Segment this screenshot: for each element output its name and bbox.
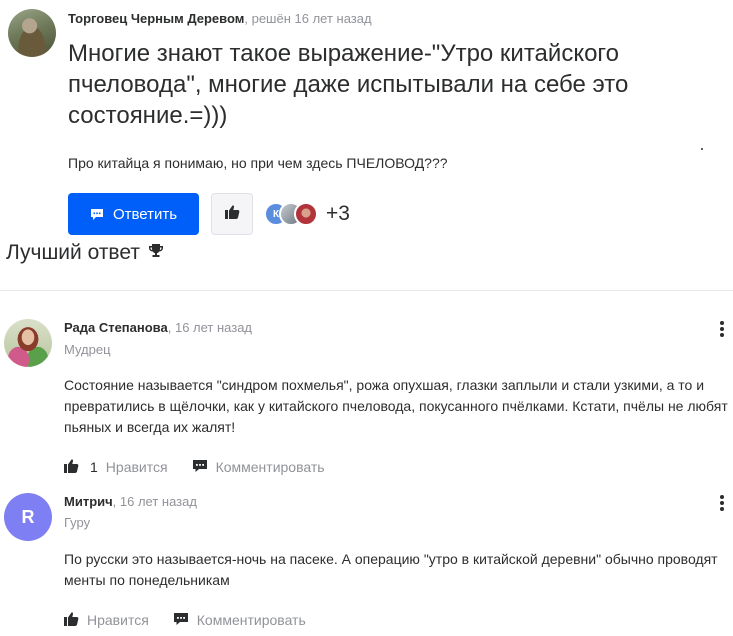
answer-button[interactable]: Ответить — [68, 193, 199, 235]
comment-label: Комментировать — [196, 612, 306, 628]
comment-action[interactable]: Комментировать — [192, 459, 325, 476]
question-author-name[interactable]: Торговец Черным Деревом — [68, 11, 244, 26]
answer-author-name[interactable]: Рада Степанова — [64, 320, 168, 335]
question-likers[interactable]: К +3 — [264, 201, 350, 227]
more-menu-icon[interactable] — [720, 495, 724, 511]
thumb-up-icon — [64, 458, 79, 476]
answer-author-avatar[interactable]: R — [4, 493, 52, 541]
answer-actions: Нравится Комментировать — [64, 610, 306, 630]
question-title: Многие знают такое выражение-"Утро китай… — [68, 40, 629, 129]
divider — [0, 290, 733, 291]
answer-author-rank: Мудрец — [64, 342, 111, 357]
comment-label: Комментировать — [215, 459, 325, 475]
liker-avatar — [294, 202, 318, 226]
thumb-up-icon — [64, 611, 79, 629]
answer-author-name[interactable]: Митрич — [64, 494, 113, 509]
comment-icon — [173, 612, 189, 629]
answer-time: , 16 лет назад — [112, 494, 197, 509]
answer-button-label: Ответить — [112, 205, 178, 223]
answer-text: Состояние называется "синдром похмелья",… — [64, 377, 728, 435]
best-answer-label: Лучший ответ — [6, 241, 140, 264]
more-menu-icon[interactable] — [720, 321, 724, 337]
answer-time: , 16 лет назад — [167, 320, 253, 335]
best-answer-heading: Лучший ответ — [6, 241, 164, 265]
question-meta: Торговец Черным Деревом, решён 16 лет на… — [68, 11, 372, 26]
question-author-avatar[interactable] — [8, 9, 56, 57]
stray-dot — [701, 148, 703, 150]
answer-meta: Рада Степанова, 16 лет назад — [64, 320, 252, 335]
answer-author-rank: Гуру — [64, 515, 91, 530]
thumb-up-icon — [224, 204, 240, 224]
like-count: 1 — [90, 459, 98, 475]
likers-more-count: +3 — [326, 202, 350, 225]
like-label: Нравится — [105, 459, 168, 475]
question-body: Про китайца я понимаю, но при чем здесь … — [68, 155, 448, 171]
answer-actions: 1 Нравится Комментировать — [64, 457, 325, 477]
like-action[interactable]: 1 Нравится — [64, 458, 168, 476]
answer-author-avatar[interactable] — [4, 319, 52, 367]
comment-action[interactable]: Комментировать — [173, 612, 306, 629]
trophy-icon — [148, 241, 164, 265]
speech-bubble-icon — [90, 208, 104, 221]
question-like-button[interactable] — [211, 193, 253, 235]
comment-icon — [192, 459, 208, 476]
answer-text: По русски это называется-ночь на пасеке.… — [64, 551, 718, 588]
answer-meta: Митрич, 16 лет назад — [64, 494, 197, 509]
question-status: , решён 16 лет назад — [244, 11, 372, 26]
like-label: Нравится — [87, 612, 149, 628]
like-action[interactable]: Нравится — [64, 611, 149, 629]
